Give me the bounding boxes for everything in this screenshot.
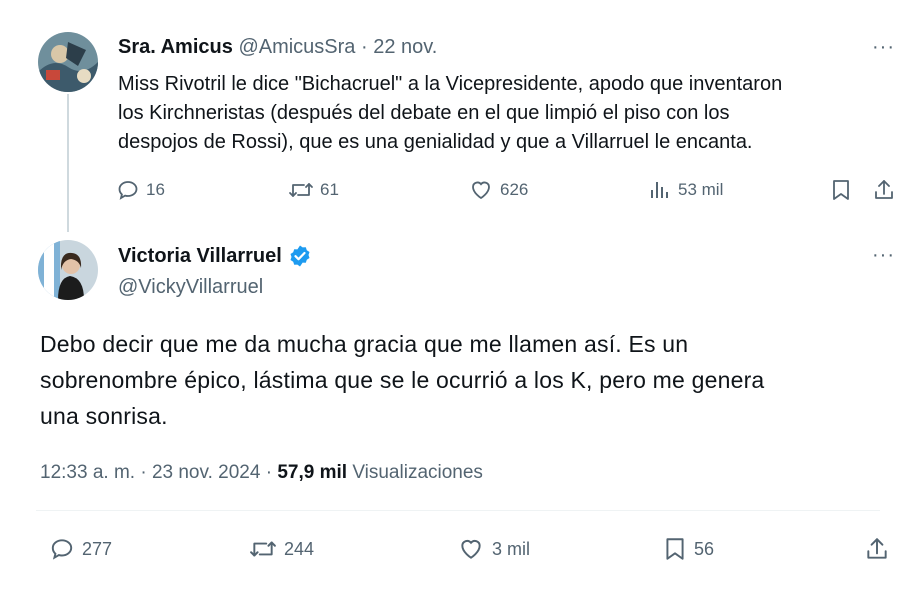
parent-tweet-text: Miss Rivotril le dice "Bichacruel" a la … <box>118 70 898 157</box>
parent-display-name[interactable]: Sra. Amicus <box>118 36 233 58</box>
share-icon <box>875 180 893 199</box>
parent-reply-button[interactable]: 16 <box>116 178 165 202</box>
avatar-amicus[interactable] <box>38 32 98 92</box>
parent-handle[interactable]: @AmicusSra <box>238 36 355 58</box>
main-views-label: Visualizaciones <box>352 462 483 483</box>
thread-line <box>67 94 69 232</box>
parent-repost-button[interactable]: 61 <box>288 178 339 202</box>
parent-text-line: despojos de Rossi), que es una genialida… <box>118 131 753 153</box>
meta-separator: · <box>265 462 273 483</box>
meta-separator: · <box>140 462 147 483</box>
bookmark-icon <box>666 538 684 560</box>
main-share-button[interactable] <box>864 536 896 562</box>
reply-icon <box>51 539 73 560</box>
parent-tweet-header: Sra. Amicus @AmicusSra · 22 nov. <box>118 36 437 59</box>
main-views-count: 57,9 mil <box>277 462 348 483</box>
main-time[interactable]: 12:33 a. m. <box>40 462 135 483</box>
main-text-line: sobrenombre épico, lástima que se le ocu… <box>40 367 765 393</box>
main-bookmark-button[interactable]: 56 <box>662 536 714 562</box>
parent-more-icon[interactable]: ··· <box>872 37 895 57</box>
parent-text-line: Miss Rivotril le dice "Bichacruel" a la … <box>118 73 783 95</box>
main-tweet-meta: 12:33 a. m. · 23 nov. 2024 · 57,9 mil Vi… <box>40 462 483 484</box>
main-like-button[interactable]: 3 mil <box>456 536 530 562</box>
main-reply-count: 277 <box>82 538 113 559</box>
main-more-icon[interactable]: ··· <box>872 245 895 265</box>
parent-separator: · <box>361 36 368 58</box>
main-bookmark-count: 56 <box>694 538 715 559</box>
parent-repost-count: 61 <box>320 180 339 199</box>
repost-icon <box>289 183 313 197</box>
parent-like-button[interactable]: 626 <box>468 178 528 202</box>
main-repost-count: 244 <box>284 538 315 559</box>
main-text-line: una sonrisa. <box>40 403 168 429</box>
parent-text-line: los Kirchneristas (después del debate en… <box>118 102 730 124</box>
main-date[interactable]: 23 nov. 2024 <box>152 462 260 483</box>
reply-icon <box>118 181 138 200</box>
main-reply-button[interactable]: 277 <box>48 536 112 562</box>
main-like-count: 3 mil <box>492 538 531 559</box>
parent-share-button[interactable] <box>872 178 900 202</box>
avatar-villarruel[interactable] <box>38 240 98 300</box>
repost-icon <box>250 541 276 557</box>
main-tweet-text: Debo decir que me da mucha gracia que me… <box>40 326 880 434</box>
main-text-line: Debo decir que me da mucha gracia que me… <box>40 331 689 357</box>
main-display-name[interactable]: Victoria Villarruel <box>118 245 282 268</box>
main-tweet-header: Victoria Villarruel <box>118 244 312 268</box>
like-icon <box>472 181 490 200</box>
main-handle[interactable]: @VickyVillarruel <box>118 276 263 299</box>
parent-reply-count: 16 <box>146 180 165 199</box>
verified-badge-icon <box>290 245 310 267</box>
share-icon <box>867 538 887 559</box>
meta-divider <box>36 510 880 511</box>
parent-views-count: 53 mil <box>678 180 724 199</box>
main-repost-button[interactable]: 244 <box>248 536 314 562</box>
parent-bookmark-button[interactable] <box>830 178 858 202</box>
parent-like-count: 626 <box>500 180 529 199</box>
parent-views-button[interactable]: 53 mil <box>648 178 723 202</box>
bookmark-icon <box>833 180 849 200</box>
parent-date[interactable]: 22 nov. <box>373 36 437 58</box>
views-icon <box>651 182 668 198</box>
like-icon <box>461 539 481 559</box>
